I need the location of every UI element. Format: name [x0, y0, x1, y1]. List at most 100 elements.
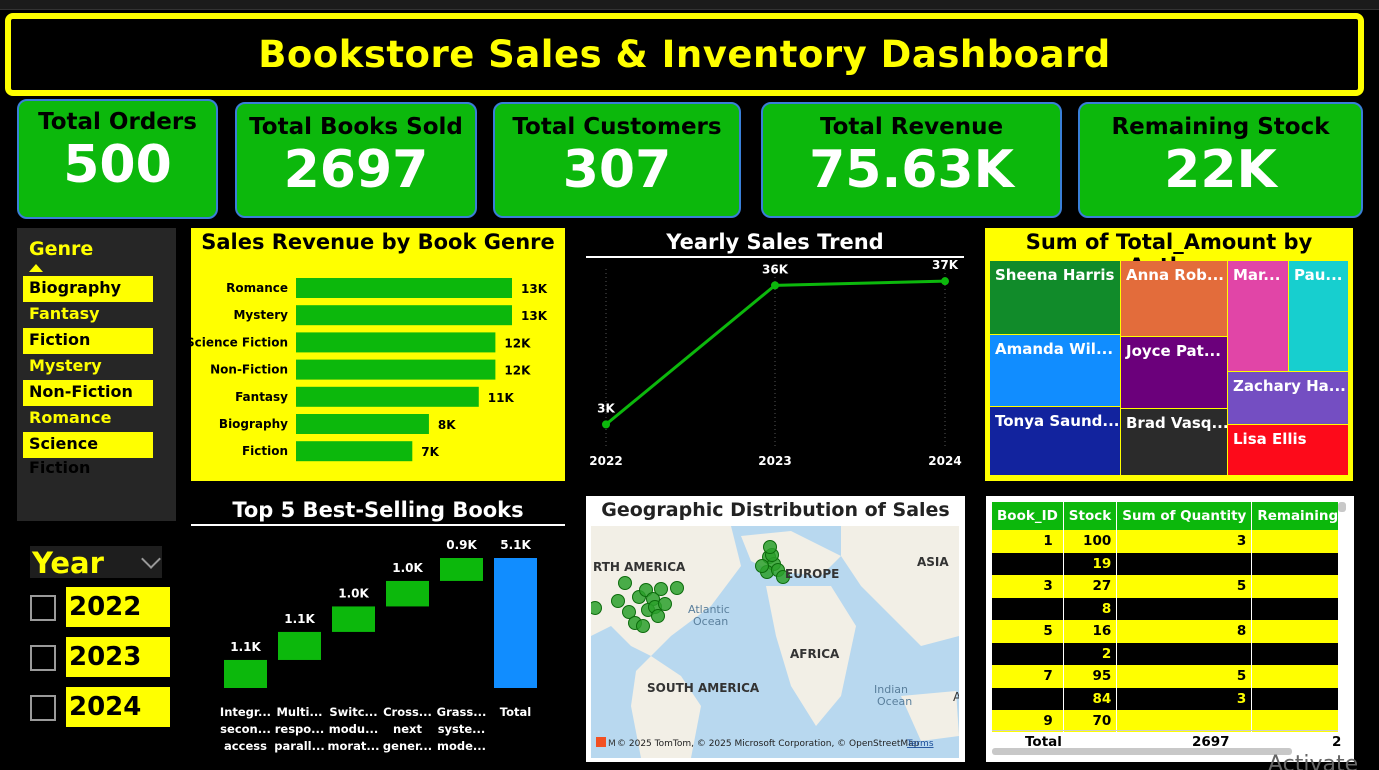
genre-option-non-fiction[interactable]: Non-Fiction: [23, 380, 153, 406]
genre-option-science-fiction[interactable]: Science Fiction: [23, 432, 153, 477]
sort-caret-icon[interactable]: [29, 264, 43, 272]
table-row[interactable]: 2: [992, 642, 1338, 665]
sales-marker[interactable]: [658, 597, 672, 611]
chevron-down-icon[interactable]: [141, 549, 161, 569]
table-row[interactable]: 3 27 5: [992, 575, 1338, 598]
table-row[interactable]: 7 95 5: [992, 665, 1338, 688]
trend-point[interactable]: [941, 277, 949, 286]
map-label: RTH AMERICA: [593, 560, 686, 574]
author-treemap[interactable]: Sum of Total_Amount by Author Sheena Har…: [985, 228, 1353, 481]
yearly-trend-chart[interactable]: Yearly Sales Trend 2022 2023 2024 3K 36K 37K: [586, 228, 964, 481]
treemap-tile[interactable]: Tonya Saund...: [990, 407, 1120, 475]
genre-revenue-chart[interactable]: Sales Revenue by Book Genre Romance 13K My…: [191, 228, 565, 481]
column-header-sum-quantity[interactable]: Sum of Quantity: [1116, 502, 1253, 530]
top-books-chart[interactable]: Top 5 Best-Selling Books 1.1K Integr... se…: [191, 496, 565, 762]
year-option-label[interactable]: 2022: [66, 587, 170, 627]
treemap-tile[interactable]: Mar...: [1228, 261, 1288, 371]
table-row[interactable]: 19: [992, 552, 1338, 575]
genre-option-biography[interactable]: Biography: [23, 276, 153, 302]
table-row[interactable]: 8: [992, 597, 1338, 620]
year-option-label[interactable]: 2024: [66, 687, 170, 727]
map-canvas[interactable]: RTH AMERICA EUROPE ASIA Atlantic Ocean A…: [591, 526, 959, 758]
data-label: 1.1K: [230, 640, 261, 654]
trend-point[interactable]: [602, 420, 610, 429]
year-option-2022[interactable]: 2022: [30, 587, 172, 627]
kpi-total-customers[interactable]: Total Customers 307: [493, 102, 741, 218]
table-cell: 7: [992, 665, 1064, 688]
genre-option-mystery[interactable]: Mystery: [23, 354, 153, 380]
trend-point[interactable]: [771, 281, 779, 290]
sales-marker[interactable]: [618, 576, 632, 590]
genre-slicer[interactable]: Genre Biography Fantasy Fiction Mystery …: [17, 228, 176, 521]
table-row[interactable]: 5 16 8: [992, 620, 1338, 643]
total-extra: 2: [1332, 734, 1342, 750]
treemap-tile[interactable]: Zachary Ha...: [1228, 372, 1348, 424]
genre-bar[interactable]: [296, 305, 512, 326]
genre-bar[interactable]: [296, 414, 429, 434]
inventory-grid: Book_ID Stock Sum of Quantity Remaining …: [992, 502, 1338, 732]
treemap-tile[interactable]: Pau...: [1289, 261, 1348, 371]
waterfall-bar[interactable]: [224, 659, 267, 688]
total-bar[interactable]: [494, 558, 537, 688]
kpi-remaining-stock[interactable]: Remaining Stock 22K: [1078, 102, 1363, 218]
treemap-tile[interactable]: Joyce Pat...: [1121, 337, 1227, 408]
genre-bar[interactable]: [296, 386, 479, 407]
checkbox[interactable]: [30, 695, 56, 721]
table-row[interactable]: 1 100 3: [992, 530, 1338, 553]
table-cell: [1251, 710, 1338, 732]
chart-title: Yearly Sales Trend: [666, 230, 884, 254]
waterfall-bar[interactable]: [278, 631, 321, 660]
genre-option-fiction[interactable]: Fiction: [23, 328, 153, 354]
waterfall-bar[interactable]: [440, 558, 483, 581]
genre-bar[interactable]: [296, 332, 496, 353]
map-label: EUROPE: [785, 567, 839, 581]
genre-option-fantasy[interactable]: Fantasy: [23, 302, 153, 328]
genre-option-romance[interactable]: Romance: [23, 406, 153, 432]
vertical-scrollbar[interactable]: [1338, 502, 1346, 512]
data-label: 1.1K: [284, 612, 315, 626]
map-label: Ocean: [693, 615, 728, 628]
genre-bar[interactable]: [296, 359, 496, 380]
map-attribution[interactable]: © 2025 TomTom, © 2025 Microsoft Corporat…: [617, 739, 920, 749]
sales-marker[interactable]: [591, 601, 602, 615]
inventory-table[interactable]: Book_ID Stock Sum of Quantity Remaining …: [986, 496, 1354, 762]
sales-marker[interactable]: [670, 581, 684, 595]
treemap-tile[interactable]: Lisa Ellis: [1228, 425, 1348, 475]
column-header-book-id[interactable]: Book_ID: [992, 502, 1064, 530]
sales-marker[interactable]: [611, 594, 625, 608]
table-row[interactable]: 84 3: [992, 687, 1338, 710]
geo-sales-map[interactable]: Geographic Distribution of Sales RTH AME…: [586, 496, 965, 762]
kpi-total-orders[interactable]: Total Orders 500: [17, 99, 218, 219]
kpi-total-revenue[interactable]: Total Revenue 75.63K: [761, 102, 1062, 218]
table-viewport[interactable]: Book_ID Stock Sum of Quantity Remaining …: [992, 502, 1338, 732]
category-label: Grass...: [437, 705, 487, 719]
category-label: parall...: [274, 739, 324, 753]
genre-bar[interactable]: [296, 441, 413, 462]
table-row[interactable]: 9 70: [992, 710, 1338, 732]
map-terms-link[interactable]: Terms: [906, 739, 934, 749]
horizontal-scrollbar[interactable]: [992, 748, 1292, 755]
sales-marker[interactable]: [755, 559, 769, 573]
waterfall-bar[interactable]: [332, 606, 375, 632]
kpi-total-books-sold[interactable]: Total Books Sold 2697: [235, 102, 477, 218]
year-slicer-dropdown[interactable]: Year: [30, 546, 162, 580]
data-label: 3K: [597, 401, 615, 415]
column-header-stock[interactable]: Stock: [1063, 502, 1118, 530]
treemap-tile[interactable]: Sheena Harris: [990, 261, 1120, 334]
treemap-tile[interactable]: Brad Vasq...: [1121, 409, 1227, 475]
treemap-tile[interactable]: Amanda Wil...: [990, 335, 1120, 406]
sales-marker[interactable]: [636, 619, 650, 633]
column-header-remaining[interactable]: Remaining: [1251, 502, 1338, 530]
year-option-2024[interactable]: 2024: [30, 687, 172, 727]
genre-bar[interactable]: [296, 278, 512, 298]
sales-marker[interactable]: [651, 609, 665, 623]
genre-bar-plot: Romance 13K Mystery 13K Science Fiction 12K No…: [191, 278, 548, 462]
sales-marker[interactable]: [763, 540, 777, 554]
treemap-tile[interactable]: Anna Rob...: [1121, 261, 1227, 336]
checkbox[interactable]: [30, 595, 56, 621]
checkbox[interactable]: [30, 645, 56, 671]
year-option-2023[interactable]: 2023: [30, 637, 172, 677]
year-option-label[interactable]: 2023: [66, 637, 170, 677]
waterfall-bar[interactable]: [386, 580, 429, 607]
sales-marker[interactable]: [654, 582, 668, 596]
